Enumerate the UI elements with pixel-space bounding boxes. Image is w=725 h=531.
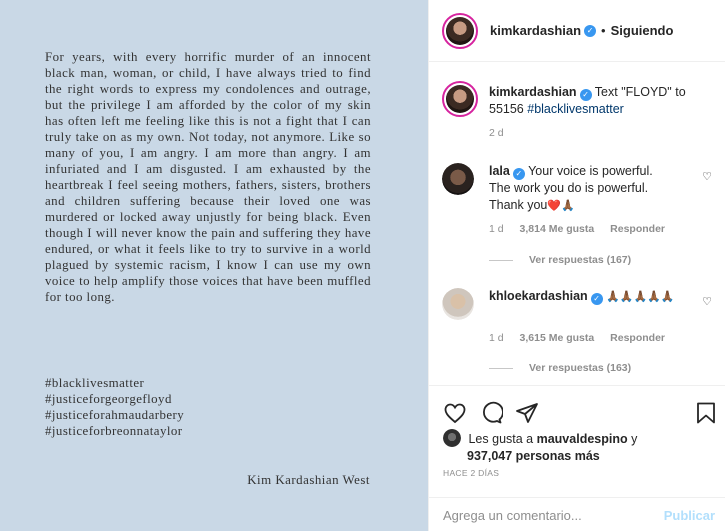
header-separator: • bbox=[601, 23, 606, 38]
post-signature: Kim Kardashian West bbox=[247, 473, 370, 487]
share-icon[interactable] bbox=[515, 401, 539, 425]
caption-meta: 2 d bbox=[489, 127, 517, 139]
post-image: For years, with every horrific murder of… bbox=[0, 0, 428, 531]
verified-icon: ✓ bbox=[579, 89, 592, 101]
comment-input[interactable]: Agrega un comentario... bbox=[443, 508, 582, 523]
heart-icon[interactable]: ♡ bbox=[702, 170, 712, 183]
author-username[interactable]: kimkardashian bbox=[490, 23, 581, 38]
comment-likes[interactable]: 3,814 Me gusta bbox=[520, 223, 595, 235]
post-body-text: For years, with every horrific murder of… bbox=[45, 50, 371, 304]
comment-meta: 1 d 3,814 Me gusta Responder bbox=[489, 223, 678, 235]
comment-row: lala ✓ Your voice is powerful. The work y… bbox=[442, 163, 724, 273]
comment-emoji: 🙏🏾🙏🏾🙏🏾🙏🏾🙏🏾 bbox=[606, 291, 675, 303]
comment-text: khloekardashian ✓ 🙏🏾🙏🏾🙏🏾🙏🏾🙏🏾 bbox=[489, 288, 675, 306]
divider bbox=[489, 259, 513, 261]
add-comment-bar: Agrega un comentario... Publicar bbox=[429, 497, 725, 531]
divider bbox=[489, 367, 513, 369]
post-hashtag: #justiceforahmaudarbery bbox=[45, 408, 185, 422]
likes-prefix: Les gusta a bbox=[468, 432, 534, 446]
likes-summary: Les gusta a mauvaldespino y 937,047 pers… bbox=[443, 429, 637, 465]
comment-username[interactable]: khloekardashian bbox=[489, 289, 588, 303]
publish-button[interactable]: Publicar bbox=[664, 508, 715, 523]
reply-button[interactable]: Responder bbox=[610, 332, 665, 344]
view-replies[interactable]: Ver respuestas (167) bbox=[489, 254, 631, 266]
comment-likes[interactable]: 3,615 Me gusta bbox=[520, 332, 595, 344]
likes-user[interactable]: mauvaldespino bbox=[537, 432, 628, 446]
post-header: kimkardashian ✓ • Siguiendo bbox=[429, 0, 725, 62]
post-hashtags: #blacklivesmatter #justiceforgeorgefloyd… bbox=[45, 375, 371, 439]
reply-button[interactable]: Responder bbox=[610, 223, 665, 235]
caption-time[interactable]: 2 d bbox=[489, 127, 504, 139]
verified-icon: ✓ bbox=[590, 293, 603, 305]
comment-emoji: ❤️🙏🏾 bbox=[547, 200, 575, 212]
caption-row: kimkardashian ✓ Text "FLOYD" to 55156 #bl… bbox=[442, 81, 724, 151]
comments-section: kimkardashian ✓ Text "FLOYD" to 55156 #bl… bbox=[429, 63, 725, 385]
caption-hashtag[interactable]: #blacklivesmatter bbox=[527, 102, 624, 116]
likes-connector: y bbox=[631, 432, 638, 446]
following-button[interactable]: Siguiendo bbox=[611, 23, 674, 38]
heart-icon[interactable] bbox=[443, 401, 467, 425]
bookmark-icon[interactable] bbox=[694, 401, 718, 425]
heart-icon[interactable]: ♡ bbox=[702, 295, 712, 308]
comment-time[interactable]: 1 d bbox=[489, 332, 504, 344]
comment-time[interactable]: 1 d bbox=[489, 223, 504, 235]
author-avatar[interactable] bbox=[442, 12, 478, 49]
avatar[interactable] bbox=[442, 288, 474, 320]
comment-text: lala ✓ Your voice is powerful. The work y… bbox=[489, 163, 675, 215]
avatar[interactable] bbox=[442, 81, 478, 117]
view-replies-label[interactable]: Ver respuestas (167) bbox=[529, 254, 631, 266]
view-replies-label[interactable]: Ver respuestas (163) bbox=[529, 362, 631, 374]
caption-text: kimkardashian ✓ Text "FLOYD" to 55156 #bl… bbox=[489, 84, 689, 118]
caption-username[interactable]: kimkardashian bbox=[489, 85, 577, 99]
verified-icon: ✓ bbox=[584, 24, 597, 37]
avatar[interactable] bbox=[443, 429, 461, 447]
post-hashtag: #blacklivesmatter bbox=[45, 376, 145, 390]
post-side-panel: kimkardashian ✓ • Siguiendo kimkardashia… bbox=[428, 0, 725, 531]
comment-meta: 1 d 3,615 Me gusta Responder bbox=[489, 332, 678, 344]
verified-icon: ✓ bbox=[512, 168, 525, 180]
avatar[interactable] bbox=[442, 163, 474, 195]
likes-count[interactable]: 937,047 personas más bbox=[467, 449, 600, 463]
post-timestamp[interactable]: HACE 2 DÍAS bbox=[443, 468, 499, 478]
comment-row: khloekardashian ✓ 🙏🏾🙏🏾🙏🏾🙏🏾🙏🏾 ♡ 1 d 3,615 … bbox=[442, 288, 724, 383]
post-actions: Les gusta a mauvaldespino y 937,047 pers… bbox=[429, 385, 725, 505]
comment-username[interactable]: lala bbox=[489, 164, 510, 178]
post-hashtag: #justiceforbreonnataylor bbox=[45, 424, 183, 438]
view-replies[interactable]: Ver respuestas (163) bbox=[489, 362, 631, 374]
comment-icon[interactable] bbox=[479, 401, 503, 425]
post-hashtag: #justiceforgeorgefloyd bbox=[45, 392, 172, 406]
